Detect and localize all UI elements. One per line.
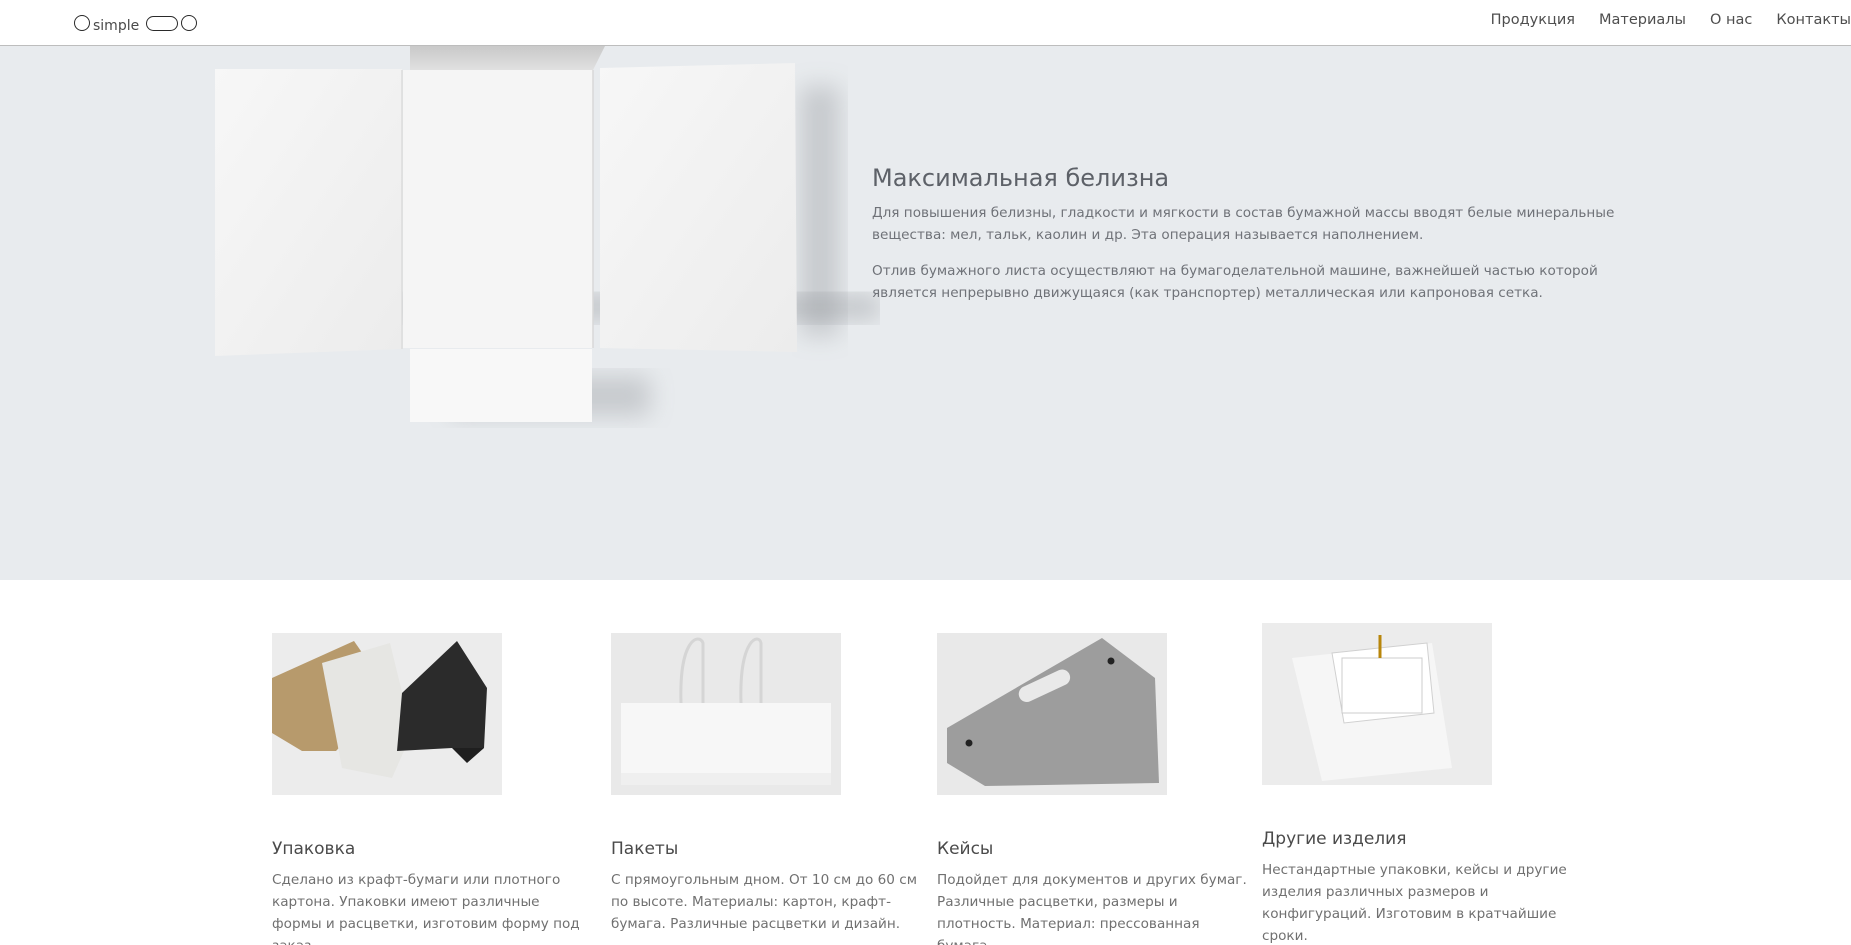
logo-text: simple [93, 18, 140, 34]
bag-image [611, 633, 841, 795]
other-products-image [1262, 623, 1492, 785]
logo-pill-icon [146, 15, 179, 31]
logo-circle-icon [74, 15, 90, 31]
product-description: С прямоугольным дном. От 10 см до 60 см … [611, 872, 917, 932]
hero-section: Максимальная белизна Для повышения белиз… [0, 46, 1851, 580]
hero-title: Максимальная белизна [872, 164, 1170, 192]
product-title: Пакеты [611, 839, 679, 859]
product-card-packaging[interactable]: Упаковка Сделано из крафт-бумаги или пло… [272, 633, 582, 945]
nav-item-materials[interactable]: Материалы [1599, 12, 1686, 28]
hero-paragraph: Для повышения белизны, гладкости и мягко… [872, 205, 1615, 243]
packaging-image [272, 633, 502, 795]
products-section: Упаковка Сделано из крафт-бумаги или пло… [0, 580, 1851, 945]
product-title: Кейсы [937, 839, 994, 859]
product-description: Нестандартные упаковки, кейсы и другие и… [1262, 862, 1567, 944]
hero-text-block: Максимальная белизна Для повышения белиз… [872, 164, 1632, 318]
product-description: Подойдет для документов и других бумаг. … [937, 872, 1247, 945]
nav-item-about[interactable]: О нас [1710, 12, 1752, 28]
logo-circle-icon [181, 15, 198, 31]
case-image [937, 633, 1167, 795]
product-card-bags[interactable]: Пакеты С прямоугольным дном. От 10 см до… [611, 633, 921, 935]
product-card-other[interactable]: Другие изделия Нестандартные упаковки, к… [1262, 623, 1572, 945]
product-card-cases[interactable]: Кейсы Подойдет для документов и других б… [937, 633, 1247, 945]
product-title: Другие изделия [1262, 829, 1407, 849]
product-title: Упаковка [272, 839, 356, 859]
product-description: Сделано из крафт-бумаги или плотного кар… [272, 872, 580, 945]
nav-item-contacts[interactable]: Контакты [1776, 12, 1851, 28]
main-nav: Продукция Материалы О нас Контакты [1467, 12, 1851, 28]
hero-paragraph: Отлив бумажного листа осуществляют на бу… [872, 263, 1598, 301]
site-header: simple Продукция Материалы О нас Контакт… [0, 0, 1851, 46]
nav-item-products[interactable]: Продукция [1491, 12, 1575, 28]
logo[interactable]: simple [74, 9, 198, 34]
folder-mockup-image [215, 46, 880, 422]
